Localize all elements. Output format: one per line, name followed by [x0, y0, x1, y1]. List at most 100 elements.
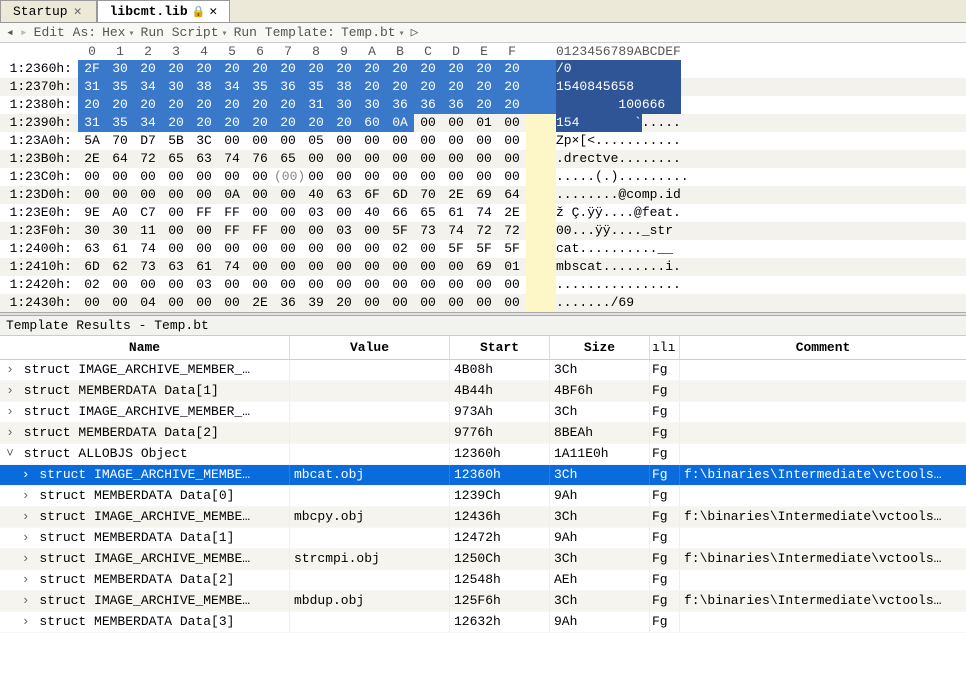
byte-cell[interactable]: 00: [358, 168, 386, 186]
byte-cell[interactable]: 00: [134, 168, 162, 186]
template-dropdown[interactable]: Temp.bt: [341, 25, 405, 40]
byte-cell[interactable]: 6F: [358, 186, 386, 204]
byte-cell[interactable]: FF: [218, 204, 246, 222]
byte-cell[interactable]: 05: [302, 132, 330, 150]
byte-cell[interactable]: 00: [190, 222, 218, 240]
chevron-icon[interactable]: ›: [20, 465, 32, 485]
chevron-icon[interactable]: ›: [4, 381, 16, 401]
byte-cell[interactable]: 00: [302, 150, 330, 168]
byte-cell[interactable]: 00: [246, 276, 274, 294]
byte-cell[interactable]: 20: [498, 60, 526, 78]
hex-row[interactable]: 1:23A0h:5A70D75B3C0000000500000000000000…: [0, 132, 966, 150]
ascii-cell[interactable]: cat..........__: [556, 240, 726, 258]
byte-cell[interactable]: 03: [302, 204, 330, 222]
byte-cell[interactable]: 00: [190, 294, 218, 312]
row-name[interactable]: › struct MEMBERDATA Data[0]: [0, 486, 290, 506]
byte-cell[interactable]: 03: [190, 276, 218, 294]
row-name[interactable]: › struct MEMBERDATA Data[2]: [0, 570, 290, 590]
byte-cell[interactable]: 6D: [386, 186, 414, 204]
byte-cell[interactable]: 00: [162, 222, 190, 240]
byte-cell[interactable]: 63: [330, 186, 358, 204]
byte-cell[interactable]: 00: [274, 132, 302, 150]
byte-cell[interactable]: 00: [78, 294, 106, 312]
byte-cell[interactable]: 00: [442, 150, 470, 168]
nav-back-icon[interactable]: ◂: [6, 25, 14, 40]
byte-cell[interactable]: 00: [106, 294, 134, 312]
byte-cell[interactable]: 20: [498, 78, 526, 96]
hex-row[interactable]: 1:23E0h:9EA0C700FFFF0000030040666561742E…: [0, 204, 966, 222]
byte-cell[interactable]: 00: [218, 132, 246, 150]
table-row[interactable]: ˅ struct ALLOBJS Object12360h1A11E0hFg: [0, 444, 966, 465]
byte-cell[interactable]: 0A: [386, 114, 414, 132]
ascii-cell[interactable]: mbscat........i.: [556, 258, 726, 276]
byte-cell[interactable]: 00: [330, 240, 358, 258]
byte-cell[interactable]: 00: [498, 150, 526, 168]
byte-cell[interactable]: 20: [274, 60, 302, 78]
byte-cell[interactable]: 00: [414, 150, 442, 168]
byte-cell[interactable]: 00: [358, 294, 386, 312]
ascii-cell[interactable]: ........@comp.id: [556, 186, 726, 204]
byte-cell[interactable]: 2E: [246, 294, 274, 312]
ascii-cell[interactable]: ................: [556, 276, 726, 294]
byte-cell[interactable]: 04: [134, 294, 162, 312]
byte-cell[interactable]: 72: [498, 222, 526, 240]
byte-cell[interactable]: 00: [414, 168, 442, 186]
byte-cell[interactable]: 34: [218, 78, 246, 96]
byte-cell[interactable]: 00: [442, 168, 470, 186]
byte-cell[interactable]: (00): [274, 168, 302, 186]
byte-cell[interactable]: 2E: [78, 150, 106, 168]
table-row[interactable]: › struct IMAGE_ARCHIVE_MEMBE…mbdup.obj12…: [0, 591, 966, 612]
byte-cell[interactable]: 00: [442, 276, 470, 294]
byte-cell[interactable]: 64: [498, 186, 526, 204]
hex-row[interactable]: 1:23D0h:00000000000A000040636F6D702E6964…: [0, 186, 966, 204]
table-row[interactable]: › struct IMAGE_ARCHIVE_MEMBE…mbcat.obj12…: [0, 465, 966, 486]
close-icon[interactable]: ✕: [209, 4, 217, 19]
byte-cell[interactable]: A0: [106, 204, 134, 222]
byte-cell[interactable]: 00: [274, 222, 302, 240]
byte-cell[interactable]: 63: [162, 258, 190, 276]
table-row[interactable]: › struct IMAGE_ARCHIVE_MEMBER_…973Ah3ChF…: [0, 402, 966, 423]
chevron-icon[interactable]: ›: [20, 507, 32, 527]
byte-cell[interactable]: 00: [246, 168, 274, 186]
byte-cell[interactable]: 00: [358, 276, 386, 294]
byte-cell[interactable]: 9E: [78, 204, 106, 222]
table-row[interactable]: › struct IMAGE_ARCHIVE_MEMBER_…4B08h3ChF…: [0, 360, 966, 381]
table-row[interactable]: › struct IMAGE_ARCHIVE_MEMBE…mbcpy.obj12…: [0, 507, 966, 528]
row-name[interactable]: › struct IMAGE_ARCHIVE_MEMBE…: [0, 465, 290, 485]
byte-cell[interactable]: 74: [134, 240, 162, 258]
byte-cell[interactable]: 00: [106, 186, 134, 204]
byte-cell[interactable]: 5F: [470, 240, 498, 258]
byte-cell[interactable]: 00: [246, 132, 274, 150]
byte-cell[interactable]: 5F: [498, 240, 526, 258]
byte-cell[interactable]: 20: [162, 114, 190, 132]
row-name[interactable]: › struct IMAGE_ARCHIVE_MEMBER_…: [0, 360, 290, 380]
byte-cell[interactable]: 00: [358, 240, 386, 258]
row-name[interactable]: › struct MEMBERDATA Data[1]: [0, 381, 290, 401]
byte-cell[interactable]: 69: [470, 258, 498, 276]
byte-cell[interactable]: 00: [330, 204, 358, 222]
hex-row[interactable]: 1:23C0h:00000000000000(00)00000000000000…: [0, 168, 966, 186]
byte-cell[interactable]: 20: [134, 60, 162, 78]
byte-cell[interactable]: 00: [414, 258, 442, 276]
byte-cell[interactable]: 31: [78, 114, 106, 132]
byte-cell[interactable]: 65: [274, 150, 302, 168]
byte-cell[interactable]: 20: [78, 96, 106, 114]
results-header[interactable]: Name Value Start Size ılı Comment: [0, 336, 966, 360]
tab-libcmt[interactable]: libcmt.lib 🔒 ✕: [97, 0, 231, 22]
byte-cell[interactable]: 6D: [78, 258, 106, 276]
byte-cell[interactable]: 00: [162, 276, 190, 294]
table-row[interactable]: › struct MEMBERDATA Data[2]12548hAEhFg: [0, 570, 966, 591]
chevron-icon[interactable]: ›: [20, 528, 32, 548]
byte-cell[interactable]: 65: [414, 204, 442, 222]
byte-cell[interactable]: 20: [218, 60, 246, 78]
table-row[interactable]: › struct MEMBERDATA Data[1]4B44h4BF6hFg: [0, 381, 966, 402]
byte-cell[interactable]: 00: [414, 294, 442, 312]
byte-cell[interactable]: 00: [386, 276, 414, 294]
byte-cell[interactable]: 20: [302, 60, 330, 78]
byte-cell[interactable]: 61: [106, 240, 134, 258]
byte-cell[interactable]: 00: [470, 168, 498, 186]
byte-cell[interactable]: 00: [330, 132, 358, 150]
byte-cell[interactable]: 65: [162, 150, 190, 168]
byte-cell[interactable]: 00: [442, 294, 470, 312]
byte-cell[interactable]: 66: [386, 204, 414, 222]
